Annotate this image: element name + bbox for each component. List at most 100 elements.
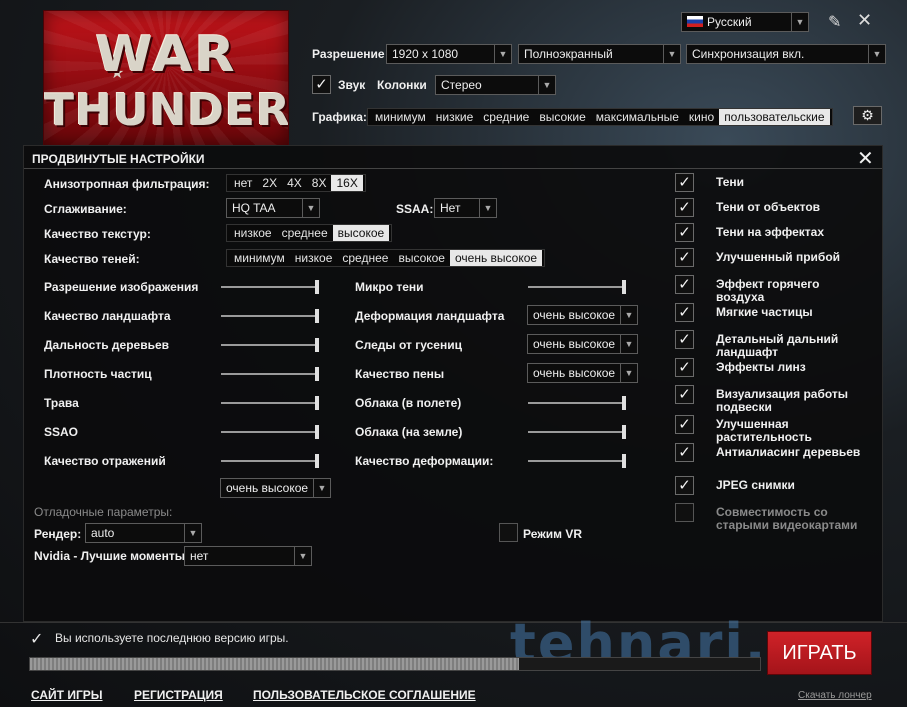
speakers-label: Колонки [377,78,427,92]
graphics-preset-option[interactable]: максимальные [591,109,684,125]
option-checkbox[interactable]: ✓ [675,275,694,294]
shadow-quality-option[interactable]: высокое [393,250,450,266]
slider-thumb[interactable] [315,309,319,323]
texture-quality-option[interactable]: низкое [229,225,277,241]
slider-thumb[interactable] [315,425,319,439]
speakers-select[interactable]: Стерео ▼ [435,75,556,95]
graphics-label: Графика: [312,110,367,124]
option-checkbox[interactable]: ✓ [675,503,694,522]
setting-slider[interactable] [528,396,626,410]
option-checkbox[interactable]: ✓ [675,330,694,349]
chevron-down-icon: ▼ [620,335,637,353]
option-label: Тени на эффектах [716,225,824,239]
resolution-select[interactable]: 1920 x 1080 ▼ [386,44,512,64]
option-checkbox[interactable]: ✓ [675,358,694,377]
antialiasing-select[interactable]: HQ TAA ▼ [226,198,320,218]
setting-select[interactable]: очень высокое ▼ [527,305,638,325]
option-checkbox[interactable]: ✓ [675,385,694,404]
setting-slider[interactable] [221,396,319,410]
registration-link[interactable]: РЕГИСТРАЦИЯ [134,688,223,702]
sound-checkbox[interactable]: ✓ [312,75,331,94]
shadow-quality-option[interactable]: низкое [290,250,338,266]
option-checkbox[interactable]: ✓ [675,223,694,242]
texture-quality-selector[interactable]: низкое среднее высокое [226,224,393,242]
graphics-preset-option[interactable]: низкие [431,109,478,125]
graphics-preset-option[interactable]: минимум [370,109,431,125]
option-checkbox[interactable]: ✓ [675,198,694,217]
slider-thumb[interactable] [315,454,319,468]
close-icon[interactable]: ✕ [857,146,874,171]
graphics-preset-option[interactable]: кино [684,109,719,125]
setting-slider[interactable] [221,338,319,352]
setting-select[interactable]: очень высокое ▼ [527,334,638,354]
graphics-preset-option[interactable]: средние [478,109,534,125]
render-label: Рендер: [34,527,82,541]
graphics-preset-option[interactable]: высокие [534,109,590,125]
vr-mode-checkbox[interactable]: ✓ [499,523,518,542]
anisotropy-option[interactable]: 2X [257,175,282,191]
option-checkbox[interactable]: ✓ [675,248,694,267]
close-window-icon[interactable]: ✕ [857,10,872,31]
resolution-label: Разрешение [312,47,385,61]
window-mode-select[interactable]: Полноэкранный ▼ [518,44,681,64]
language-select[interactable]: Русский ▼ [681,12,809,32]
download-launcher-link[interactable]: Скачать лончер [798,690,872,701]
reflection-quality-select[interactable]: очень высокое ▼ [220,478,331,498]
sound-label: Звук [338,78,366,92]
setting-slider[interactable] [528,425,626,439]
chevron-down-icon: ▼ [313,479,330,497]
shadow-quality-option[interactable]: очень высокое [449,250,543,266]
graphics-preset-option[interactable]: пользовательские [719,109,830,125]
render-select[interactable]: auto ▼ [85,523,202,543]
slider-thumb[interactable] [622,454,626,468]
slider-thumb[interactable] [315,338,319,352]
setting-slider[interactable] [528,454,626,468]
anisotropy-option[interactable]: нет [229,175,257,191]
chevron-down-icon: ▼ [538,76,555,94]
setting-slider[interactable] [221,367,319,381]
graphics-preset-selector[interactable]: минимум низкие средние высокие максимальные к… [367,108,833,126]
setting-select[interactable]: очень высокое ▼ [527,363,638,383]
anisotropy-option[interactable]: 16X [331,175,363,191]
slider-thumb[interactable] [315,396,319,410]
option-checkbox[interactable]: ✓ [675,173,694,192]
slider-thumb[interactable] [315,280,319,294]
shadow-quality-option[interactable]: среднее [337,250,393,266]
setting-slider[interactable] [221,454,319,468]
ssaa-label: SSAA: [396,202,434,216]
slider-thumb[interactable] [315,367,319,381]
vsync-select[interactable]: Синхронизация вкл. ▼ [686,44,886,64]
shadow-quality-selector[interactable]: минимум низкое среднее высокое очень высокое [226,249,546,267]
slider-thumb[interactable] [622,280,626,294]
shadow-quality-option[interactable]: минимум [229,250,290,266]
play-button[interactable]: ИГРАТЬ [767,631,872,675]
chevron-down-icon: ▼ [479,199,496,217]
nvidia-highlights-select[interactable]: нет ▼ [184,546,312,566]
anisotropy-selector[interactable]: нет 2X 4X 8X 16X [226,174,366,192]
option-checkbox[interactable]: ✓ [675,443,694,462]
gear-icon[interactable]: ⚙ [853,106,882,125]
user-agreement-link[interactable]: ПОЛЬЗОВАТЕЛЬСКОЕ СОГЛАШЕНИЕ [253,688,476,702]
game-site-link[interactable]: САЙТ ИГРЫ [31,688,103,702]
tools-icon[interactable]: ✎ [828,12,841,32]
setting-slider[interactable] [221,425,319,439]
setting-label: Разрешение изображения [44,280,199,294]
anisotropy-option[interactable]: 8X [307,175,332,191]
chevron-down-icon: ▼ [663,45,680,63]
setting-slider[interactable] [221,280,319,294]
chevron-down-icon: ▼ [620,306,637,324]
slider-thumb[interactable] [622,396,626,410]
anisotropy-option[interactable]: 4X [282,175,307,191]
option-checkbox[interactable]: ✓ [675,415,694,434]
slider-track [221,402,319,404]
ssaa-select[interactable]: Нет ▼ [434,198,497,218]
setting-slider[interactable] [528,280,626,294]
texture-quality-option[interactable]: высокое [332,225,390,241]
option-checkbox[interactable]: ✓ [675,476,694,495]
texture-quality-option[interactable]: среднее [277,225,333,241]
option-checkbox[interactable]: ✓ [675,303,694,322]
setting-slider[interactable] [221,309,319,323]
chevron-down-icon: ▼ [494,45,511,63]
slider-thumb[interactable] [622,425,626,439]
setting-label: Трава [44,396,79,410]
